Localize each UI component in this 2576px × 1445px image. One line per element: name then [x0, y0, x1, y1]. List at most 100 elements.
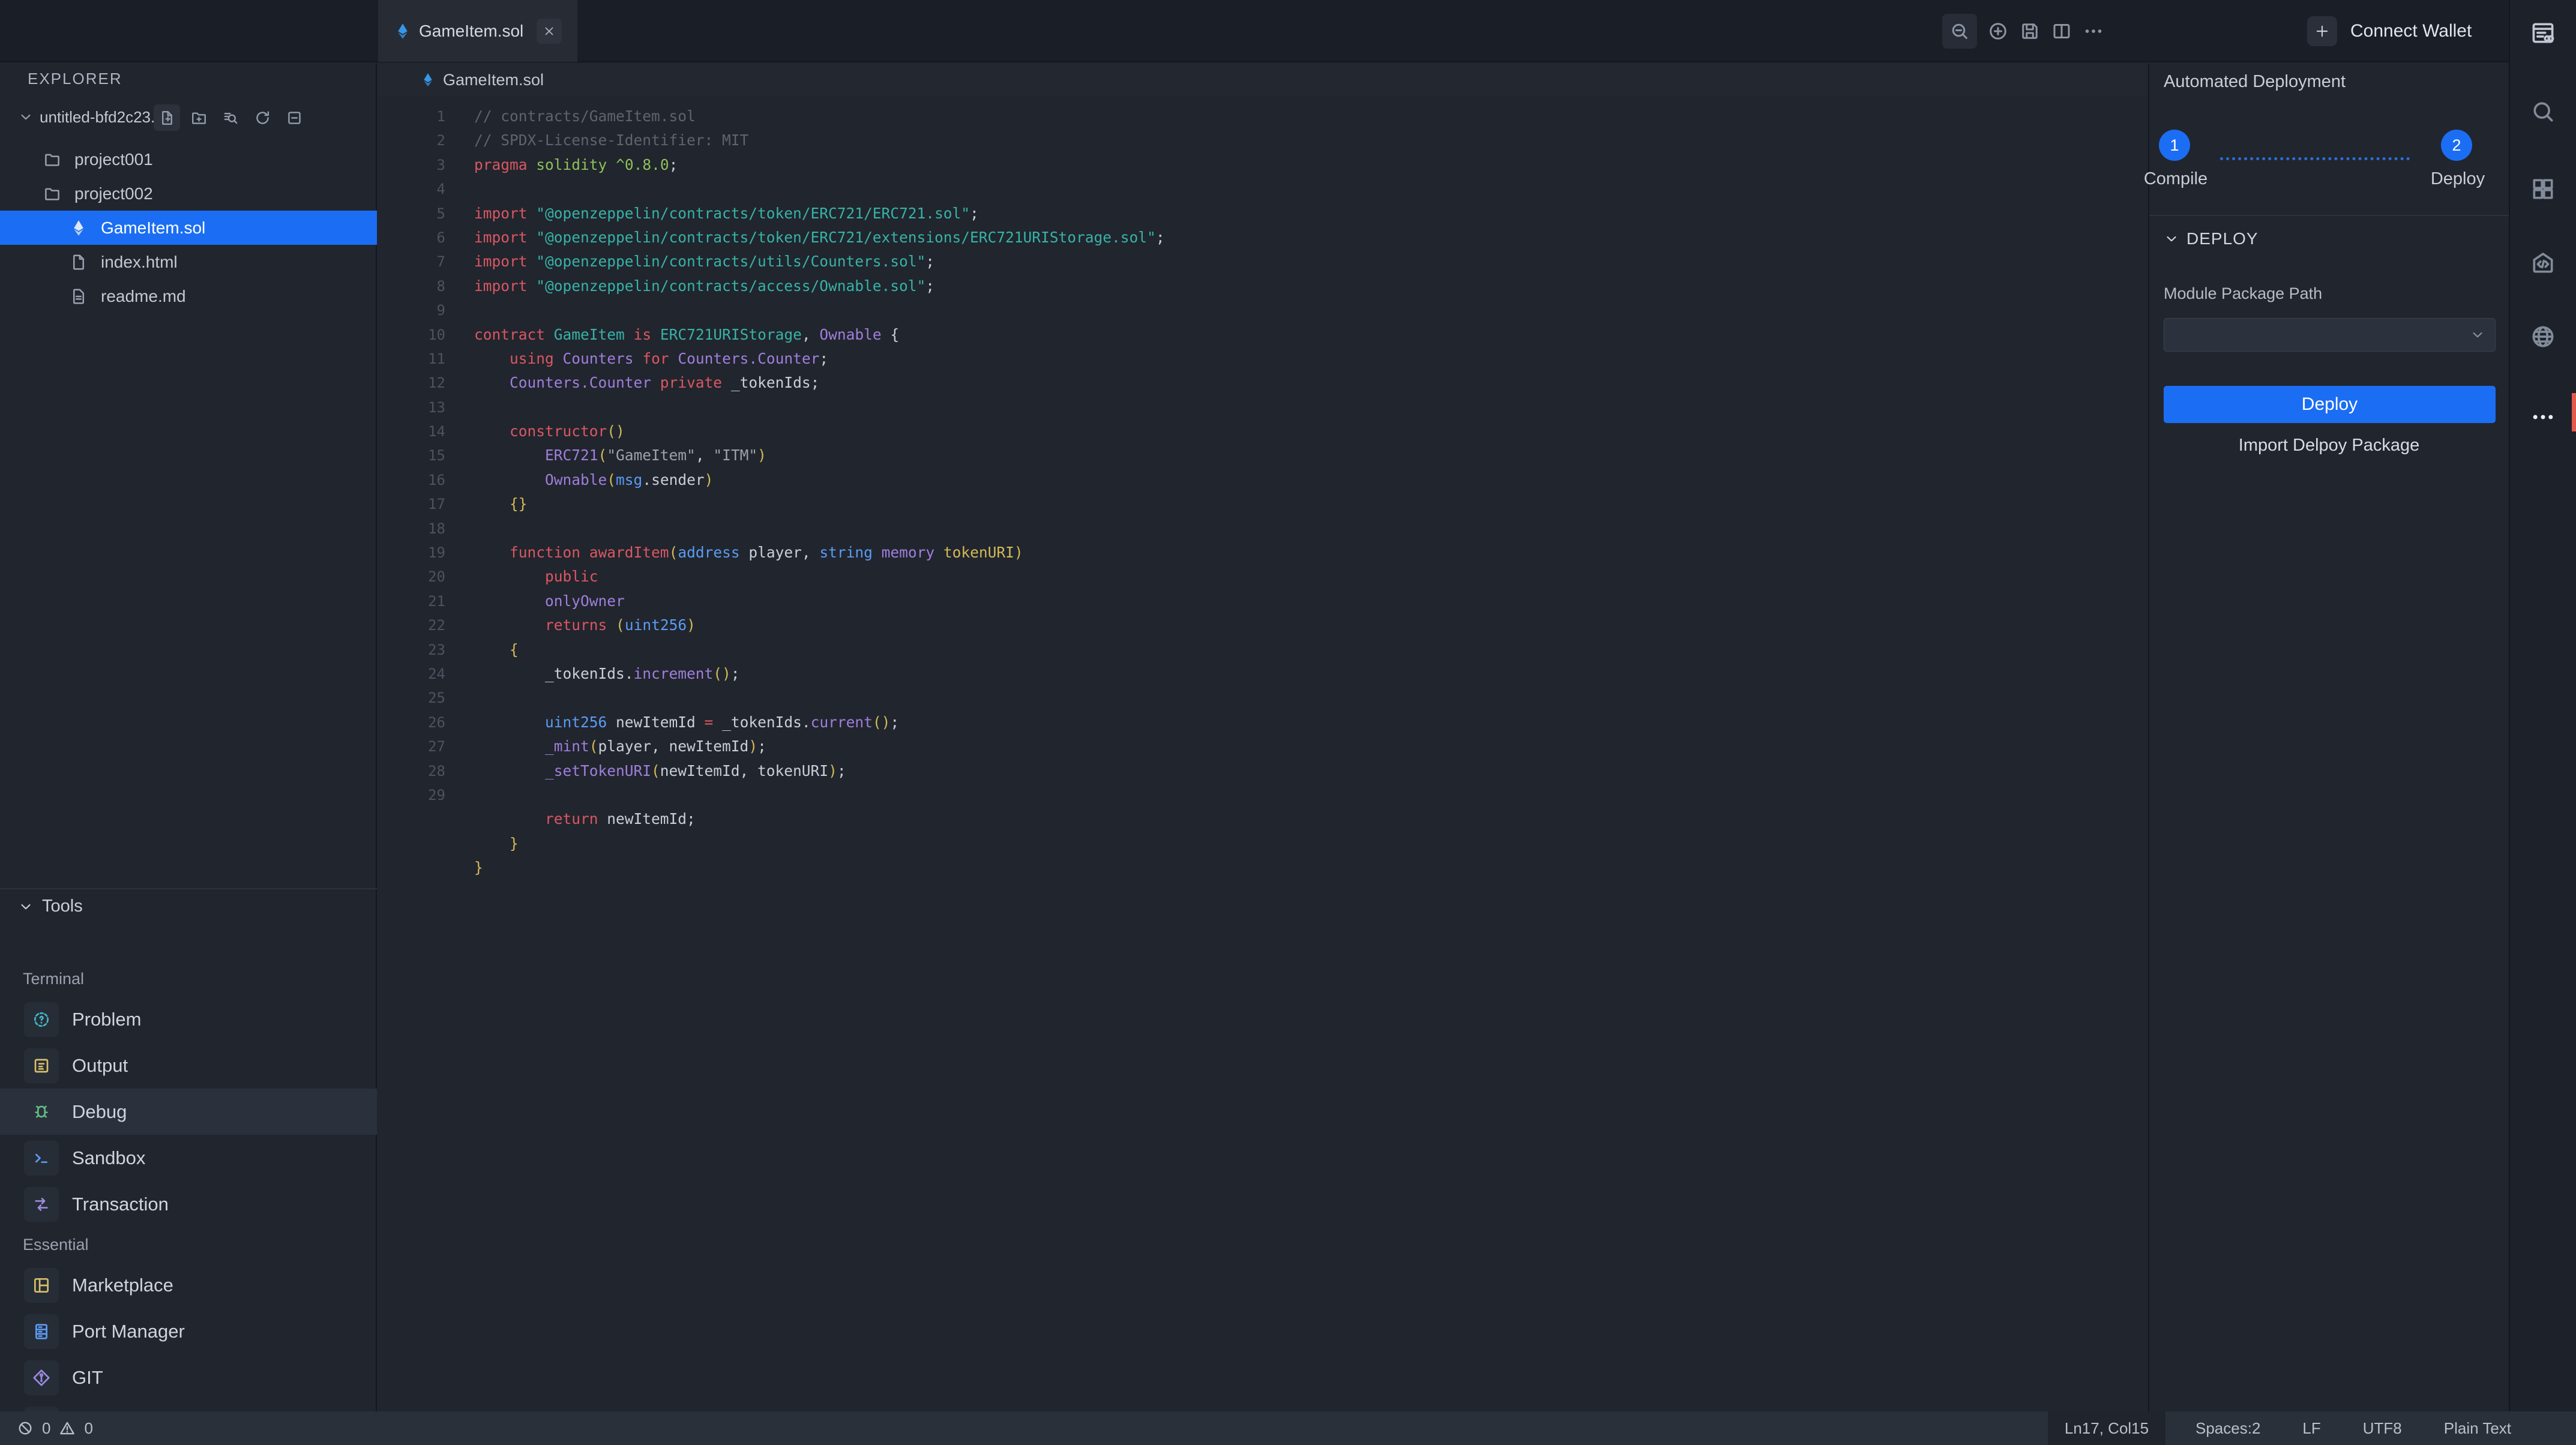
line-content: import "@openzeppelin/contracts/utils/Co…: [474, 250, 934, 274]
line-number: [378, 856, 445, 880]
line-number: 23: [378, 638, 445, 662]
zoom-out-icon[interactable]: [1942, 14, 1977, 49]
tool-item-git[interactable]: GIT: [0, 1354, 377, 1401]
line-content: returns (uint256): [474, 613, 696, 637]
deploy-button[interactable]: Deploy: [2164, 386, 2496, 423]
file-row-project002[interactable]: project002: [0, 176, 377, 211]
line-number: 14: [378, 419, 445, 443]
file-row-gameitem-sol[interactable]: GameItem.sol: [0, 211, 377, 245]
line-number: 3: [378, 153, 445, 177]
tool-item-sandbox[interactable]: Sandbox: [0, 1135, 377, 1181]
code-line: 25: [378, 686, 2147, 710]
tab-gameitem[interactable]: GameItem.sol: [378, 0, 577, 62]
line-number: 19: [378, 541, 445, 565]
code-area[interactable]: 1// contracts/GameItem.sol2// SPDX-Licen…: [378, 104, 2147, 880]
line-content: // SPDX-License-Identifier: MIT: [474, 128, 748, 152]
tool-item-output[interactable]: Output: [0, 1042, 377, 1089]
file-tree: project001project002GameItem.solindex.ht…: [0, 142, 377, 313]
save-icon[interactable]: [2019, 20, 2041, 42]
module-package-path-select[interactable]: [2164, 318, 2496, 352]
status-item-spaces-2[interactable]: Spaces:2: [2179, 1411, 2277, 1445]
line-content: {: [474, 638, 519, 662]
step-compile-label: Compile: [2144, 169, 2207, 189]
line-number: 17: [378, 492, 445, 516]
code-home-icon[interactable]: [2530, 250, 2556, 276]
line-number: 12: [378, 371, 445, 395]
line-number: 26: [378, 710, 445, 735]
line-content: Counters.Counter private _tokenIds;: [474, 371, 819, 395]
code-line: 8import "@openzeppelin/contracts/access/…: [378, 274, 2147, 298]
deployment-panel-icon[interactable]: [2530, 20, 2556, 46]
code-line: }: [378, 856, 2147, 880]
panel-title: Automated Deployment: [2164, 72, 2346, 92]
editor-toolbar: [1942, 0, 2104, 62]
tool-item-label: Transaction: [72, 1194, 169, 1215]
folder-icon: [43, 151, 61, 169]
explorer-sidebar: EXPLORER untitled-bfd2c23... project001p…: [0, 64, 377, 1411]
line-number: 1: [378, 104, 445, 128]
status-item-utf8[interactable]: UTF8: [2346, 1411, 2419, 1445]
connect-wallet-button[interactable]: Connect Wallet: [2307, 0, 2472, 62]
search-files-icon[interactable]: [217, 104, 244, 131]
tool-item-debug[interactable]: Debug: [0, 1089, 377, 1135]
close-icon: [543, 25, 556, 38]
code-line: 1// contracts/GameItem.sol: [378, 104, 2147, 128]
tab-label: GameItem.sol: [419, 22, 523, 41]
top-bar: GameItem.sol Connect Wallet: [0, 0, 2509, 62]
status-item-ln17-col15[interactable]: Ln17, Col15: [2048, 1411, 2165, 1445]
breadcrumb[interactable]: GameItem.sol: [378, 64, 2147, 96]
workspace-row[interactable]: untitled-bfd2c23...: [0, 101, 377, 134]
code-line: 10contract GameItem is ERC721URIStorage,…: [378, 323, 2147, 347]
code-line: 17 {}: [378, 492, 2147, 516]
tools-section-header[interactable]: Tools: [18, 897, 83, 916]
ide-window: GameItem.sol Connect Wallet EXPLORER unt…: [0, 0, 2576, 1445]
code-line: return newItemId;: [378, 807, 2147, 831]
line-content: import "@openzeppelin/contracts/access/O…: [474, 274, 934, 298]
collapse-all-icon[interactable]: [281, 104, 307, 131]
tool-item-marketplace[interactable]: Marketplace: [0, 1262, 377, 1308]
new-folder-icon[interactable]: [185, 104, 212, 131]
chevron-down-icon: [2470, 327, 2485, 343]
step-compile[interactable]: 1: [2159, 130, 2190, 161]
line-content: }: [474, 856, 483, 880]
more-horizontal-icon[interactable]: [2530, 404, 2556, 430]
file-row-index-html[interactable]: index.html: [0, 245, 377, 279]
output-icon: [24, 1048, 59, 1083]
problems-summary[interactable]: 0 0: [17, 1411, 93, 1445]
file-row-readme-md[interactable]: readme.md: [0, 279, 377, 313]
line-number: 21: [378, 589, 445, 613]
split-editor-icon[interactable]: [2051, 20, 2072, 42]
tool-item-label: GIT: [72, 1367, 103, 1389]
zoom-in-icon[interactable]: [1987, 20, 2009, 42]
status-item-plain-text[interactable]: Plain Text: [2427, 1411, 2528, 1445]
close-tab-button[interactable]: [537, 19, 562, 44]
tool-group-label: Terminal: [0, 961, 377, 996]
status-item-lf[interactable]: LF: [2286, 1411, 2337, 1445]
refresh-icon[interactable]: [249, 104, 275, 131]
warning-icon: [59, 1420, 76, 1437]
line-content: }: [474, 832, 519, 856]
deploy-section-header[interactable]: DEPLOY: [2164, 229, 2259, 248]
line-content: import "@openzeppelin/contracts/token/ER…: [474, 202, 979, 226]
code-line: 6import "@openzeppelin/contracts/token/E…: [378, 226, 2147, 250]
web-icon[interactable]: [2530, 323, 2556, 350]
line-content: _tokenIds.increment();: [474, 662, 740, 686]
more-horizontal-icon[interactable]: [2083, 20, 2104, 42]
deploy-section-label: DEPLOY: [2186, 229, 2259, 248]
step-deploy-label: Deploy: [2431, 169, 2485, 189]
tool-item-port-manager[interactable]: Port Manager: [0, 1308, 377, 1354]
search-icon[interactable]: [2530, 98, 2556, 125]
line-number: [378, 807, 445, 831]
tool-item-problem[interactable]: Problem: [0, 996, 377, 1042]
import-deploy-package-link[interactable]: Import Delpoy Package: [2149, 436, 2509, 455]
apps-grid-icon[interactable]: [2530, 176, 2556, 202]
workspace-actions: [154, 104, 307, 131]
tool-item-transaction[interactable]: Transaction: [0, 1181, 377, 1227]
code-line: 5import "@openzeppelin/contracts/token/E…: [378, 202, 2147, 226]
file-row-project001[interactable]: project001: [0, 142, 377, 176]
status-bar: 0 0 Ln17, Col15 Spaces:2 LF UTF8Plain Text: [0, 1411, 2576, 1445]
step-deploy[interactable]: 2: [2441, 130, 2472, 161]
line-content: _mint(player, newItemId);: [474, 735, 766, 759]
port-manager-icon: [24, 1314, 59, 1349]
new-file-icon[interactable]: [154, 104, 180, 131]
